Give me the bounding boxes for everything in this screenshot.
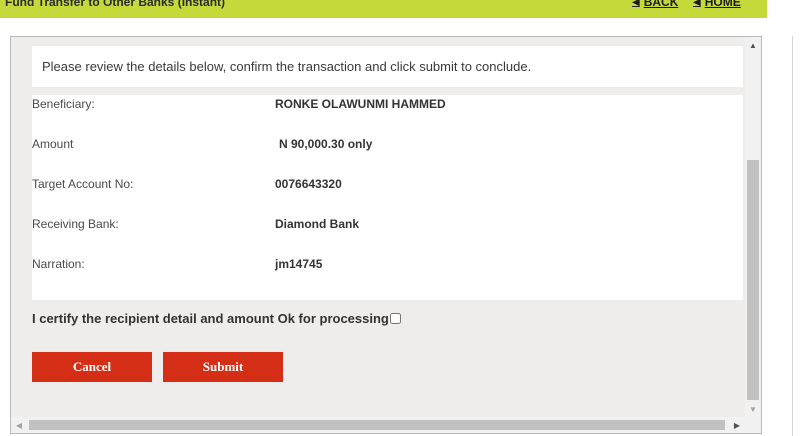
detail-row-beneficiary: Beneficiary: RONKE OLAWUNMI HAMMED [32, 97, 743, 117]
certify-checkbox[interactable] [389, 313, 401, 324]
detail-label: Receiving Bank: [32, 217, 119, 231]
detail-row-bank: Receiving Bank: Diamond Bank [32, 217, 743, 237]
transaction-details-panel: Beneficiary: RONKE OLAWUNMI HAMMED Amoun… [32, 95, 743, 300]
page-title: Fund Transfer to Other Banks (Instant) [5, 0, 226, 9]
home-link-label: HOME [704, 0, 741, 9]
arrow-left-icon: ◀ [632, 0, 640, 8]
back-link[interactable]: ◀ BACK [632, 0, 678, 9]
detail-value: Diamond Bank [275, 217, 360, 231]
home-link[interactable]: ◀ HOME [693, 0, 741, 9]
detail-label: Narration: [32, 257, 85, 271]
arrow-left-icon: ◀ [693, 0, 701, 8]
detail-row-narration: Narration: jm14745 [32, 257, 743, 277]
submit-button[interactable]: Submit [163, 352, 283, 382]
review-content: Please review the details below, confirm… [11, 37, 746, 412]
detail-label: Amount [32, 137, 74, 151]
horizontal-scroll-thumb[interactable] [29, 420, 725, 430]
detail-row-amount: Amount N 90,000.30 only [32, 137, 743, 157]
detail-value: jm14745 [275, 257, 323, 271]
certify-label: I certify the recipient detail and amoun… [32, 311, 389, 326]
triangle-down-icon[interactable]: ▼ [745, 401, 761, 417]
detail-value: 0076643320 [275, 177, 342, 191]
horizontal-scrollbar[interactable]: ◀ ▶ [11, 417, 761, 433]
review-notice: Please review the details below, confirm… [32, 46, 743, 87]
transfer-review-frame: Please review the details below, confirm… [10, 36, 762, 434]
page-header-bar: Fund Transfer to Other Banks (Instant) ◀… [0, 0, 767, 18]
detail-label: Beneficiary: [32, 97, 95, 111]
certify-confirmation[interactable]: I certify the recipient detail and amoun… [32, 311, 401, 326]
triangle-right-icon[interactable]: ▶ [729, 417, 745, 433]
cancel-button[interactable]: Cancel [32, 352, 152, 382]
detail-label: Target Account No: [32, 177, 134, 191]
page-divider [792, 36, 793, 436]
detail-row-account: Target Account No: 0076643320 [32, 177, 743, 197]
detail-value: N 90,000.30 only [279, 137, 373, 151]
back-link-label: BACK [643, 0, 679, 9]
detail-value: RONKE OLAWUNMI HAMMED [275, 97, 446, 111]
vertical-scrollbar[interactable]: ▲ ▼ [745, 37, 761, 417]
triangle-left-icon[interactable]: ◀ [11, 417, 27, 433]
triangle-up-icon[interactable]: ▲ [745, 37, 761, 53]
vertical-scroll-thumb[interactable] [747, 160, 759, 400]
